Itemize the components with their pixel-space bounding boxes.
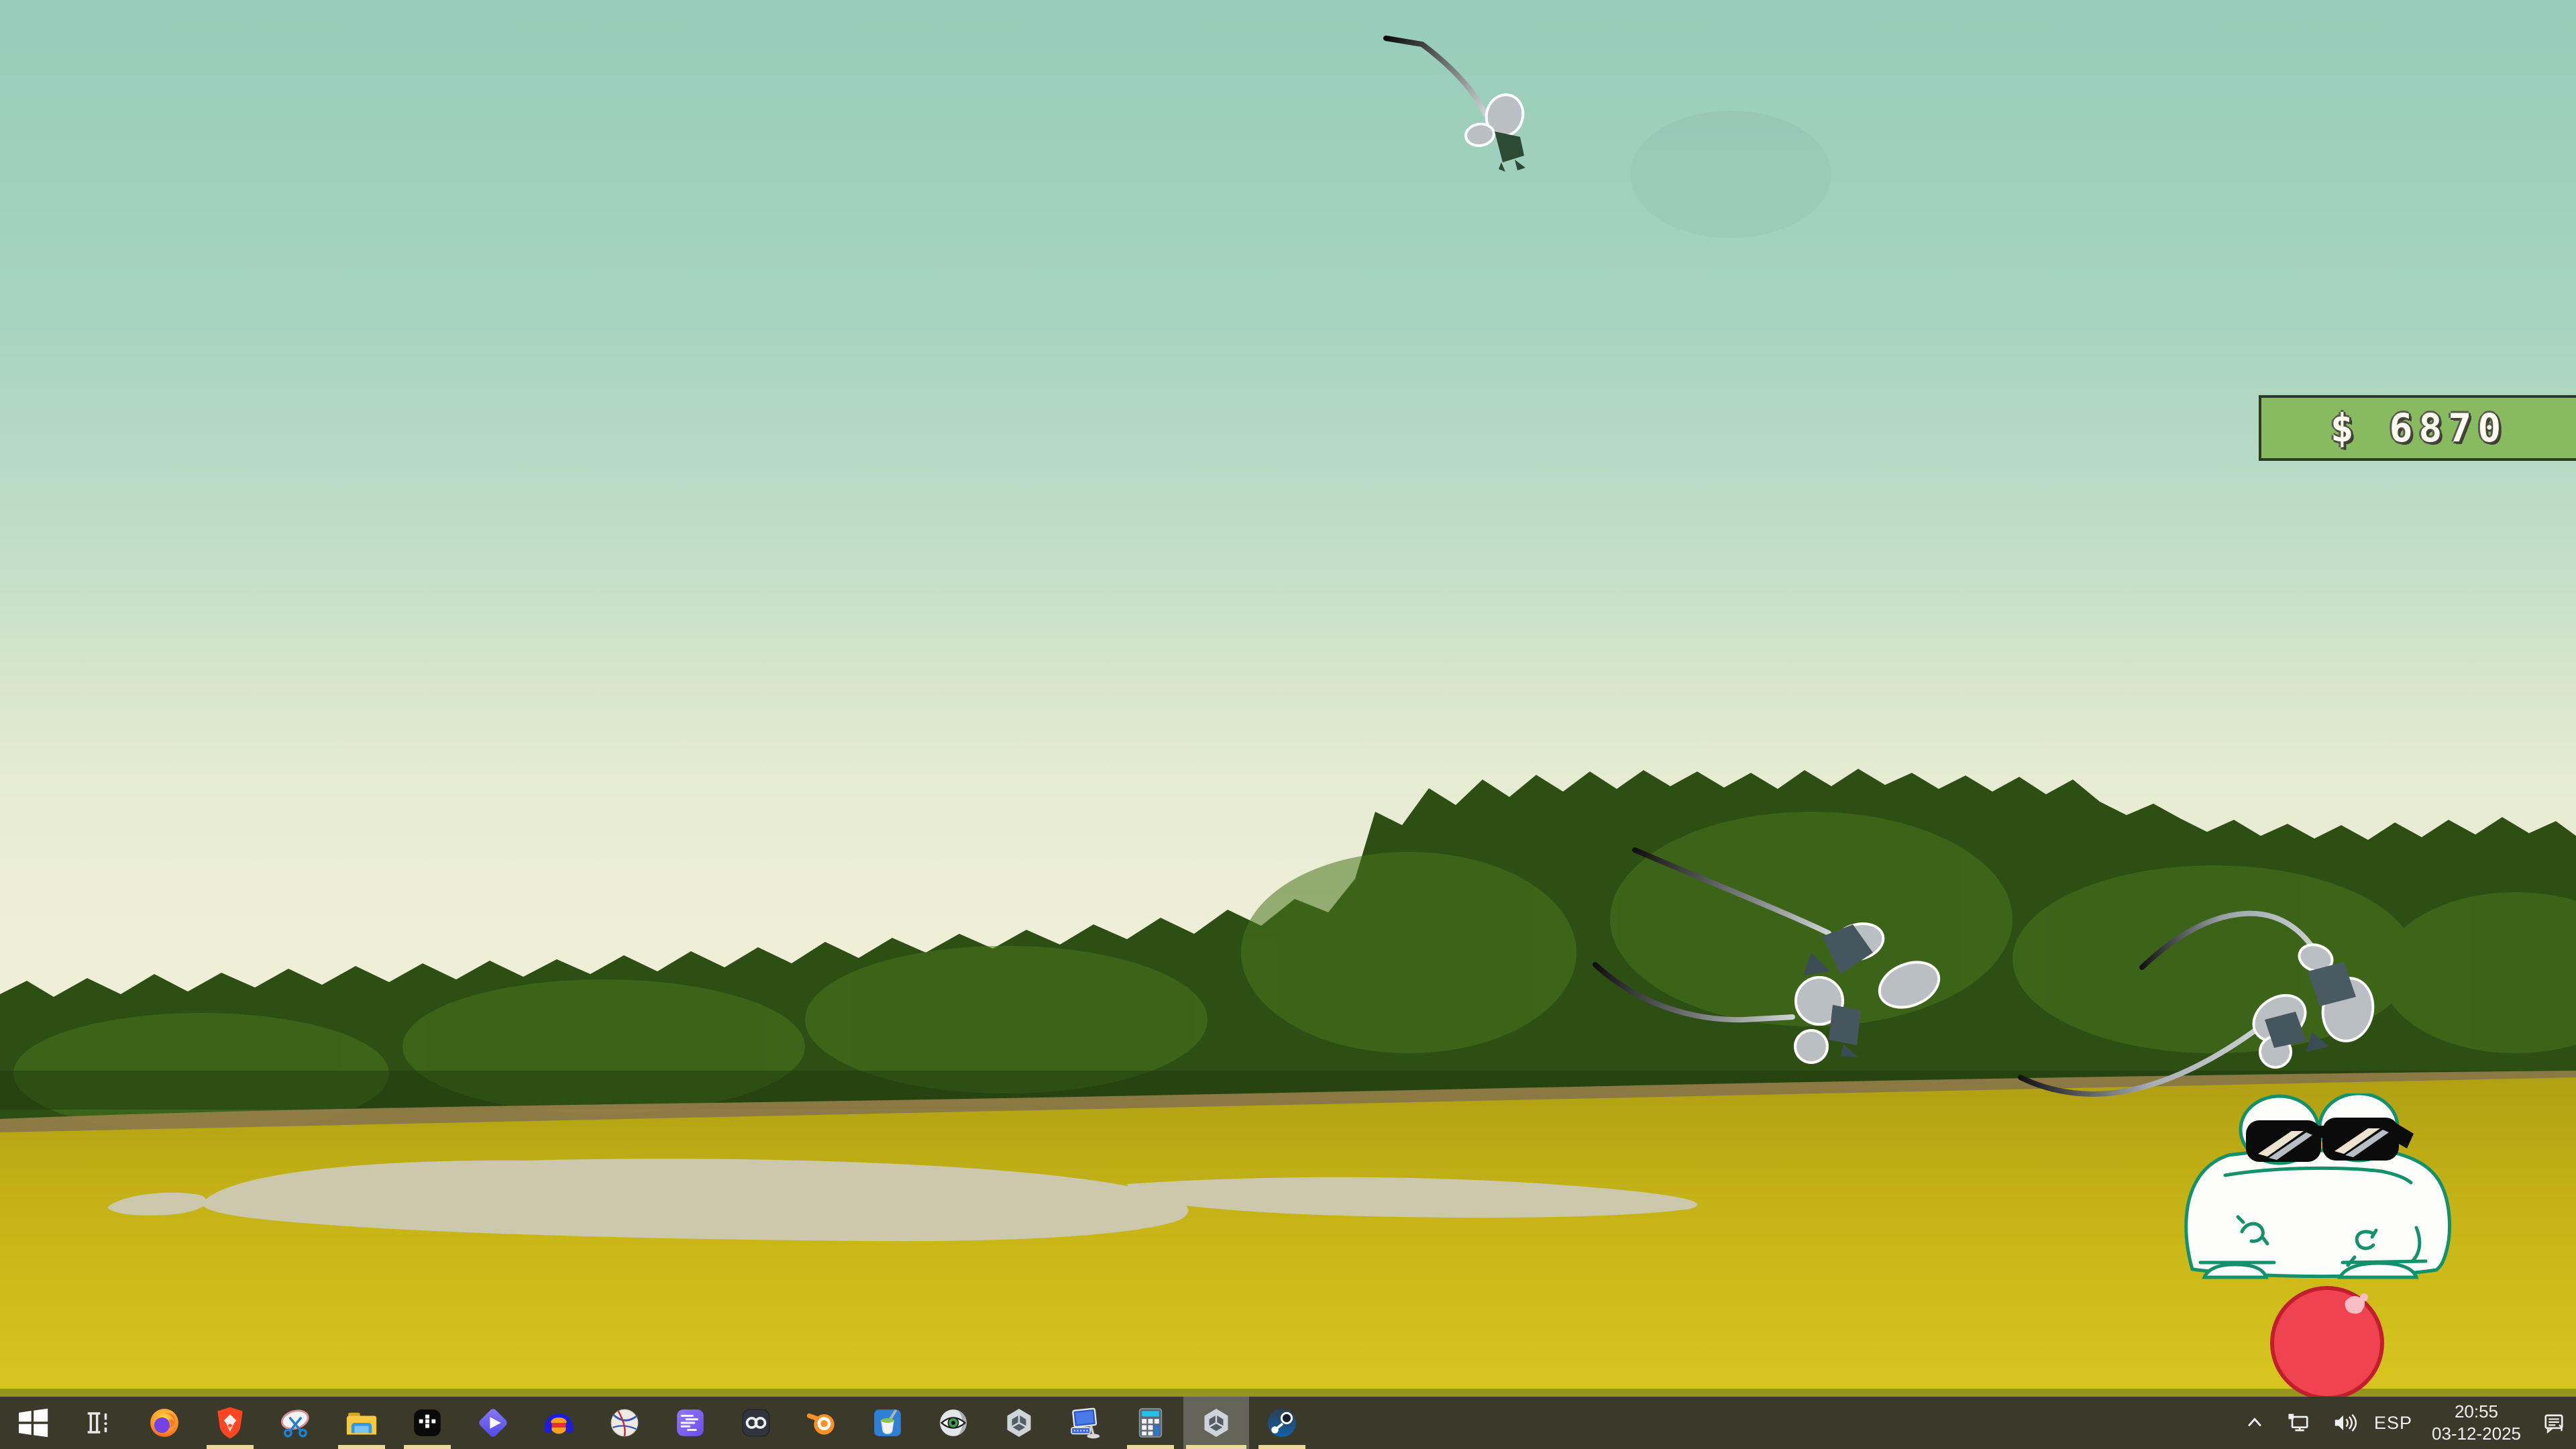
taskbar-slot-task-view[interactable] <box>66 1397 131 1449</box>
text-lines-icon <box>672 1404 709 1442</box>
blender-icon <box>803 1404 841 1442</box>
black-dots-icon <box>409 1404 446 1442</box>
steam-icon <box>1263 1404 1301 1442</box>
tray-date: 03-12-2025 <box>2432 1423 2521 1445</box>
system-tray: ESP 20:55 03-12-2025 <box>2233 1397 2576 1449</box>
unity-icon <box>1000 1404 1038 1442</box>
taskbar-slot-snipping-tool[interactable] <box>263 1397 329 1449</box>
desktop-screen: $ 6870 <box>0 0 2576 1449</box>
sky-smudge <box>1630 111 1831 238</box>
score-counter: $ 6870 <box>2259 395 2576 461</box>
folder-icon <box>343 1404 380 1442</box>
ethernet-network-icon <box>2286 1409 2312 1436</box>
taskbar-slot-notes-app[interactable] <box>657 1397 723 1449</box>
taskbar-slot-sphere-app[interactable] <box>592 1397 657 1449</box>
eye-icon <box>934 1404 972 1442</box>
infinity-icon <box>737 1404 775 1442</box>
taskbar-slot-blender[interactable] <box>789 1397 855 1449</box>
tray-clock[interactable]: 20:55 03-12-2025 <box>2421 1401 2532 1445</box>
brave-icon <box>211 1404 249 1442</box>
score-value: $ 6870 <box>2330 405 2508 451</box>
taskbar: ESP 20:55 03-12-2025 <box>0 1397 2576 1449</box>
taskbar-slot-steam[interactable] <box>1249 1397 1315 1449</box>
paint-bucket-icon <box>869 1404 906 1442</box>
running-indicator <box>1258 1445 1305 1449</box>
running-indicator <box>404 1445 451 1449</box>
taskbar-slot-infinity-app[interactable] <box>723 1397 789 1449</box>
sphere-icon <box>606 1404 643 1442</box>
taskbar-slot-file-explorer[interactable] <box>329 1397 394 1449</box>
taskbar-slot-firefox[interactable] <box>131 1397 197 1449</box>
taskbar-slot-paint-app[interactable] <box>855 1397 920 1449</box>
taskbar-slot-system-app[interactable] <box>1052 1397 1118 1449</box>
calculator-icon <box>1132 1404 1169 1442</box>
grass-shadow-edge <box>0 1389 2576 1397</box>
firefox-icon <box>146 1404 183 1442</box>
tray-chevron[interactable] <box>2233 1397 2277 1449</box>
taskbar-slot-unity-editor[interactable] <box>1183 1397 1249 1449</box>
chevron-up-icon <box>2241 1409 2268 1436</box>
headphones-icon <box>540 1404 578 1442</box>
tray-network[interactable] <box>2277 1397 2321 1449</box>
task-view-icon <box>80 1404 117 1442</box>
red-ball[interactable] <box>2266 1283 2390 1401</box>
speaker-icon <box>2330 1409 2357 1436</box>
windows-start-icon <box>14 1404 52 1442</box>
taskbar-slot-start[interactable] <box>0 1397 66 1449</box>
taskbar-slot-eye-app[interactable] <box>920 1397 986 1449</box>
running-indicator <box>1186 1445 1246 1449</box>
taskbar-slot-music-headphones[interactable] <box>526 1397 592 1449</box>
taskbar-slot-brave[interactable] <box>197 1397 263 1449</box>
taskbar-apps <box>0 1397 1315 1449</box>
scissors-icon <box>277 1404 315 1442</box>
play-diamond-icon <box>474 1404 512 1442</box>
game-scene: $ 6870 <box>0 0 2576 1397</box>
taskbar-slot-calculator[interactable] <box>1118 1397 1183 1449</box>
sunglasses-icon <box>2246 1118 2414 1162</box>
computer-monitor-icon <box>1066 1404 1104 1442</box>
running-indicator <box>207 1445 254 1449</box>
tray-action-center[interactable] <box>2532 1397 2576 1449</box>
taskbar-slot-unity-hub[interactable] <box>986 1397 1052 1449</box>
taskbar-slot-stremio[interactable] <box>460 1397 526 1449</box>
notification-icon <box>2540 1409 2567 1436</box>
unity-icon <box>1197 1404 1235 1442</box>
tray-volume[interactable] <box>2321 1397 2365 1449</box>
tray-language[interactable]: ESP <box>2365 1397 2421 1449</box>
frog-character[interactable] <box>2180 1093 2455 1281</box>
taskbar-slot-tidal[interactable] <box>394 1397 460 1449</box>
running-indicator <box>1127 1445 1174 1449</box>
running-indicator <box>338 1445 385 1449</box>
tray-time: 20:55 <box>2455 1401 2498 1423</box>
